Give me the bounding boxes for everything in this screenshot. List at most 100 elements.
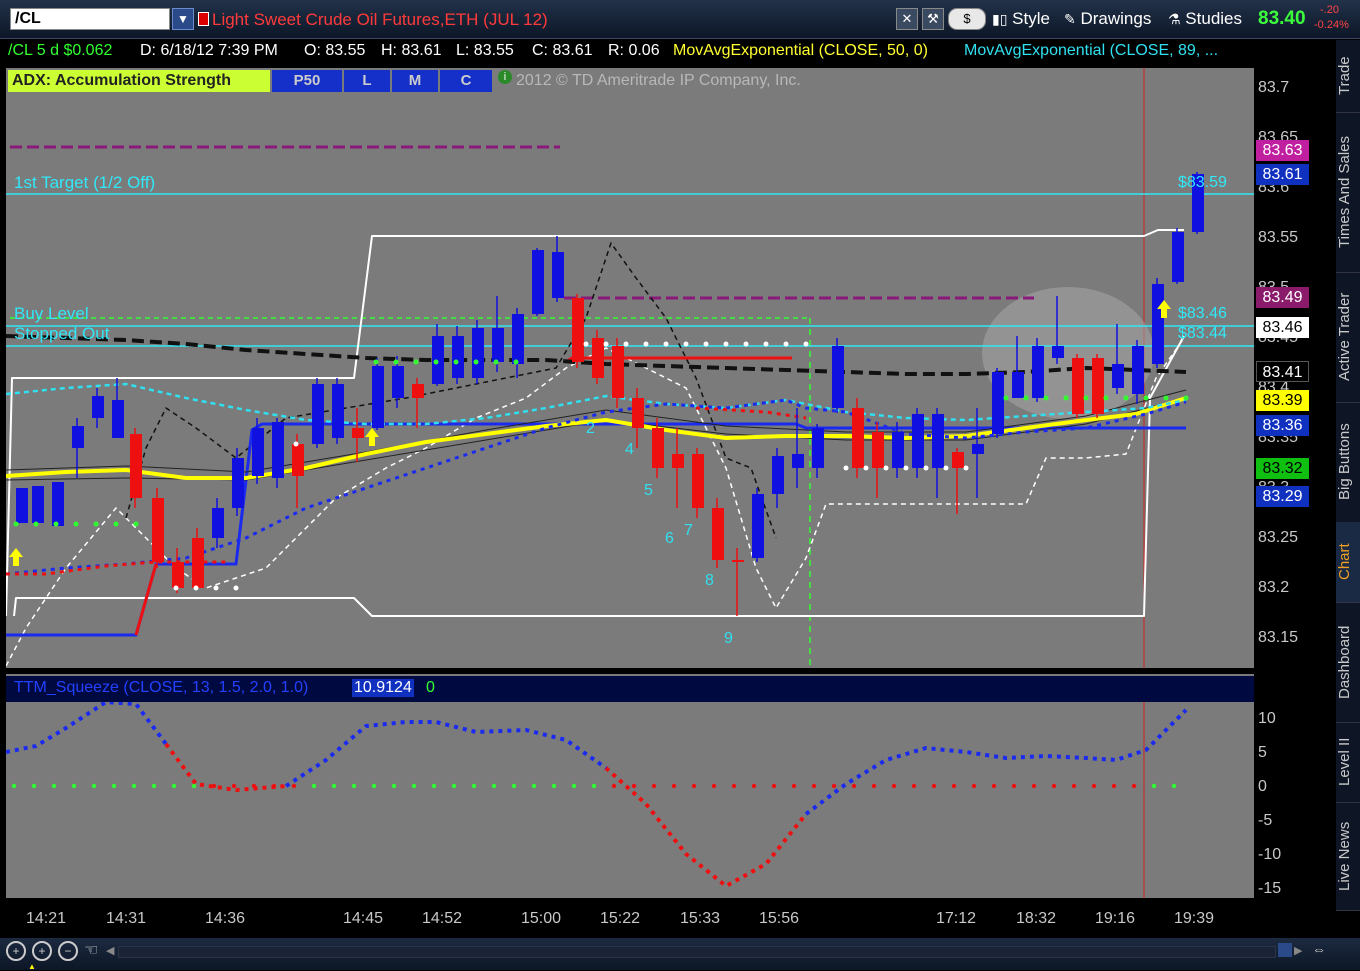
- study-ema89[interactable]: MovAvgExponential (CLOSE, 89, ...: [964, 42, 1218, 60]
- adx-button-l[interactable]: L: [344, 70, 390, 92]
- candle-body: [292, 444, 304, 476]
- sidebar-tab-level-ii[interactable]: Level II: [1336, 722, 1360, 803]
- squeeze-dot: [911, 783, 917, 789]
- candle-body: [892, 432, 904, 468]
- chart-info-bar: /CL 5 d $0.062 D: 6/18/12 7:39 PM O: 83.…: [4, 40, 1256, 64]
- sidebar-tab-trade[interactable]: Trade: [1336, 40, 1360, 113]
- price-axis[interactable]: 83.7 83.65 83.6 83.55 83.5 83.45 83.4 83…: [1254, 40, 1336, 668]
- buy-arrow-icon: [365, 428, 379, 446]
- stopped-out-label: Stopped Out: [14, 324, 110, 343]
- squeeze-dot: [851, 783, 857, 789]
- squeeze-dot: [391, 783, 397, 789]
- candle-body: [632, 398, 644, 428]
- scroll-left-icon[interactable]: ◀: [106, 944, 116, 958]
- crosshair-tool-icon[interactable]: ✕: [896, 8, 918, 30]
- instrument-title: Light Sweet Crude Oil Futures,ETH (JUL 1…: [212, 10, 548, 29]
- signal-dot: [923, 465, 929, 471]
- candle-body: [312, 384, 324, 444]
- squeeze-dot: [231, 783, 237, 789]
- scroll-right-icon[interactable]: ▶: [1294, 944, 1304, 958]
- hand-pan-icon[interactable]: ☜: [84, 940, 102, 962]
- style-button[interactable]: ▮▯ Style: [992, 8, 1050, 30]
- sidebar-tab-active-trader[interactable]: Active Trader: [1336, 272, 1360, 403]
- signal-dot: [1163, 395, 1169, 401]
- signal-dot: [643, 341, 649, 347]
- squeeze-canvas: [6, 699, 1188, 898]
- time-axis[interactable]: 14:21 14:31 14:36 14:45 14:52 15:00 15:2…: [6, 898, 1336, 938]
- signal-dot: [663, 341, 669, 347]
- candle-body: [192, 538, 204, 588]
- signal-dot: [1103, 395, 1109, 401]
- squeeze-label[interactable]: TTM_Squeeze (CLOSE, 13, 1.5, 2.0, 1.0): [14, 679, 308, 697]
- zoom-in-icon[interactable]: +: [32, 941, 52, 961]
- sidebar-tab-live-news[interactable]: Live News: [1336, 802, 1360, 911]
- squeeze-dot: [791, 783, 797, 789]
- candle-body: [852, 408, 864, 468]
- sidebar-tab-times-and-sales[interactable]: Times And Sales: [1336, 112, 1360, 273]
- style-label: Style: [1012, 9, 1050, 28]
- candle-body: [1112, 364, 1124, 388]
- expand-icon[interactable]: ⇔: [1312, 941, 1332, 961]
- study-ema50[interactable]: MovAvgExponential (CLOSE, 50, 0): [673, 42, 928, 60]
- squeeze-dot: [771, 783, 777, 789]
- price-chart[interactable]: ADX: Accumulation Strength P50 L M C i 2…: [6, 68, 1254, 668]
- candle-body: [412, 384, 424, 398]
- adx-button-p50[interactable]: P50: [272, 70, 342, 92]
- signal-dot: [1143, 395, 1149, 401]
- squeeze-dot: [151, 783, 157, 789]
- sidebar-tab-dashboard[interactable]: Dashboard: [1336, 602, 1360, 723]
- target-price-label: $83.59: [1178, 174, 1227, 191]
- squeeze-dot: [1071, 783, 1077, 789]
- squeeze-pane[interactable]: TTM_Squeeze (CLOSE, 13, 1.5, 2.0, 1.0) 1…: [6, 674, 1254, 898]
- zoom-out-icon[interactable]: −: [58, 941, 78, 961]
- squeeze-dot: [191, 783, 197, 789]
- signal-dot: [1183, 395, 1189, 401]
- collapse-arrow-icon[interactable]: ▲: [28, 962, 42, 971]
- squeeze-dot: [31, 783, 37, 789]
- candle-body: [32, 486, 44, 523]
- squeeze-dot: [1171, 783, 1177, 789]
- time-tick: 14:45: [343, 910, 384, 927]
- candle-body: [692, 454, 704, 508]
- squeeze-dot: [631, 783, 637, 789]
- squeeze-dot: [531, 783, 537, 789]
- horizontal-scrollbar[interactable]: [118, 946, 1276, 958]
- candle-body: [512, 314, 524, 364]
- sidebar-tab-big-buttons[interactable]: Big Buttons: [1336, 402, 1360, 523]
- candle-body: [612, 346, 624, 398]
- time-tick: 15:33: [680, 910, 721, 927]
- signal-dot: [763, 341, 769, 347]
- candle-icon: ▮▯: [992, 11, 1008, 27]
- price-badge: 83.41: [1256, 361, 1309, 382]
- price-tick: 83.7: [1258, 79, 1290, 96]
- symbol-dropdown-button[interactable]: ▼: [172, 8, 194, 30]
- signal-dot: [1043, 395, 1049, 401]
- adx-button-m[interactable]: M: [392, 70, 438, 92]
- squeeze-dot: [1111, 783, 1117, 789]
- crosshair-icon[interactable]: +: [6, 941, 26, 961]
- price-badge: 83.46: [1256, 317, 1309, 338]
- adx-button-c[interactable]: C: [440, 70, 492, 92]
- symbol-input[interactable]: /CL: [10, 8, 170, 30]
- signal-dot: [883, 465, 889, 471]
- candle-body: [112, 400, 124, 438]
- bar-low: L: 83.55: [456, 42, 514, 59]
- scrollbar-thumb[interactable]: [1278, 943, 1292, 957]
- time-tick: 19:39: [1174, 910, 1215, 927]
- red-trail-line: [134, 563, 158, 636]
- bar-high: H: 83.61: [381, 42, 442, 59]
- candle-body: [872, 432, 884, 468]
- squeeze-tick: 5: [1258, 744, 1267, 761]
- candle-body: [492, 328, 504, 362]
- dollar-button[interactable]: $: [948, 8, 986, 30]
- drawings-button[interactable]: ✎ Drawings: [1064, 8, 1151, 30]
- squeeze-axis[interactable]: 10 5 0 -5 -10 -15: [1254, 674, 1336, 898]
- info-icon[interactable]: i: [498, 70, 512, 84]
- time-tick: 14:21: [26, 910, 67, 927]
- studies-button[interactable]: ⚗ Studies: [1168, 8, 1242, 30]
- sidebar-tab-chart[interactable]: Chart: [1336, 522, 1360, 603]
- adx-label: ADX: Accumulation Strength: [8, 70, 270, 92]
- candle-body: [1072, 358, 1084, 414]
- wrench-icon[interactable]: ⚒: [922, 8, 944, 30]
- squeeze-dot: [571, 783, 577, 789]
